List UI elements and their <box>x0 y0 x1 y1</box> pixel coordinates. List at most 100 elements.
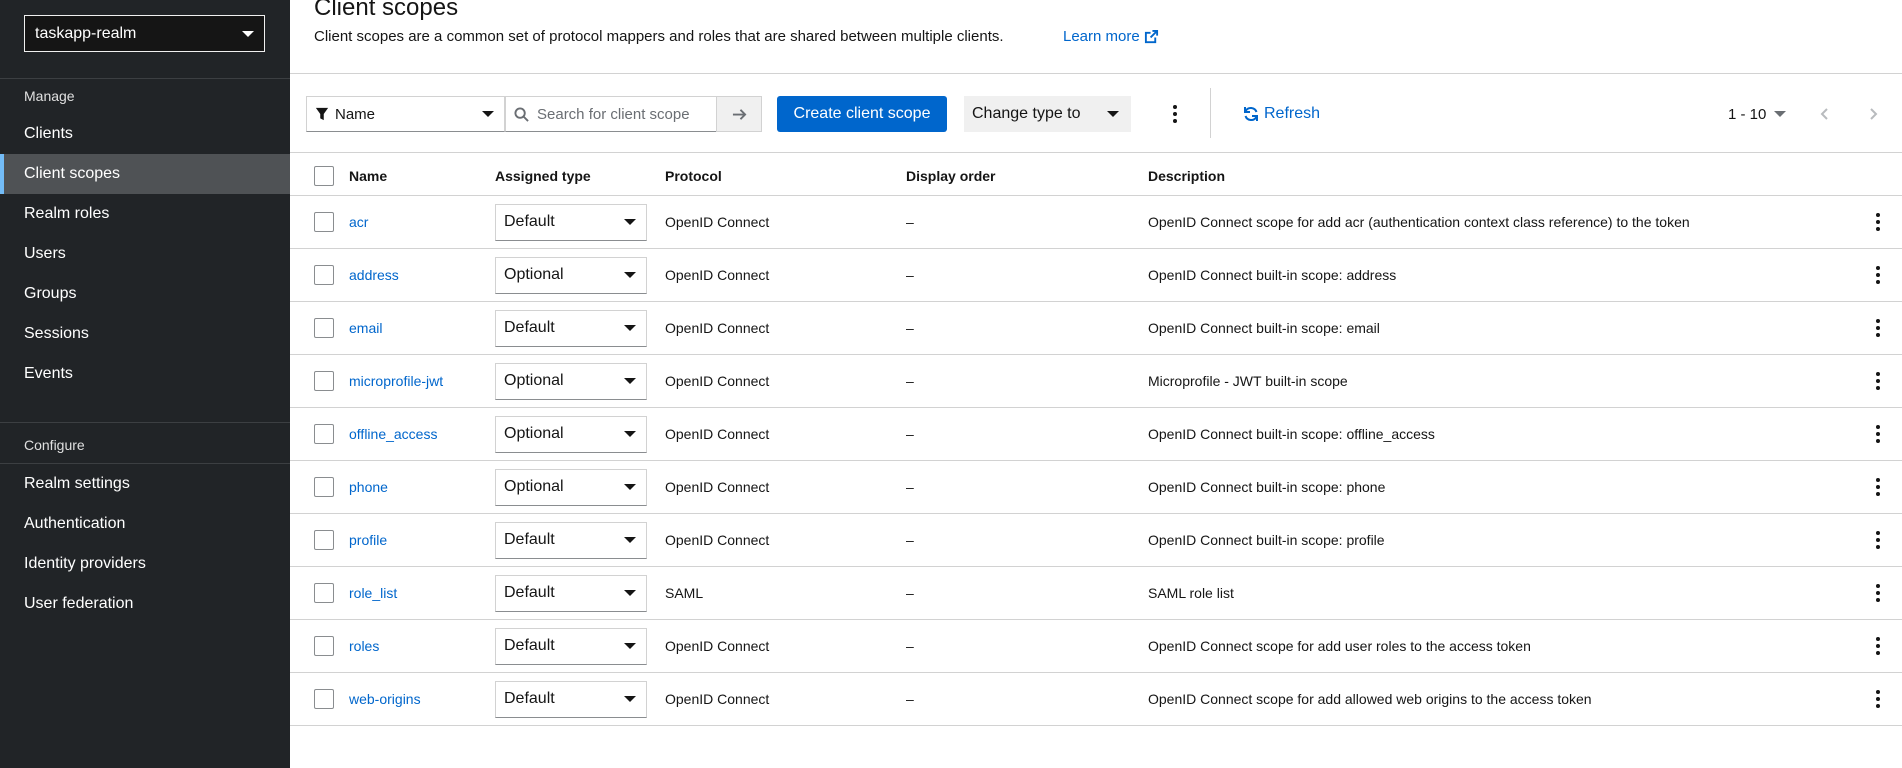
toolbar: Name Create client scope Change type to … <box>290 74 1902 152</box>
filter-attribute-select[interactable]: Name <box>306 96 505 132</box>
client-scope-name-link[interactable]: phone <box>349 479 388 495</box>
assigned-type-select[interactable]: Default <box>495 309 647 347</box>
change-type-dropdown[interactable]: Change type to <box>964 96 1131 132</box>
sidebar-item-label: Realm settings <box>24 475 130 492</box>
chevron-right-icon <box>1870 108 1878 120</box>
sidebar-item-label: Clients <box>24 125 73 142</box>
row-select-checkbox[interactable] <box>314 371 334 391</box>
previous-page-button[interactable] <box>1810 96 1840 132</box>
sidebar-item-sessions[interactable]: Sessions <box>0 314 290 354</box>
search-input[interactable] <box>537 105 707 123</box>
row-actions-kebab-icon[interactable] <box>1866 679 1890 719</box>
assigned-type-select[interactable]: Default <box>495 627 647 665</box>
client-scope-name-link[interactable]: acr <box>349 214 368 230</box>
row-actions-kebab-icon[interactable] <box>1866 626 1890 666</box>
display-order-value: – <box>906 532 914 548</box>
description-value: OpenID Connect scope for add allowed web… <box>1148 691 1592 707</box>
table-row: address Optional OpenID Connect – OpenID Con… <box>290 249 1902 302</box>
row-actions-kebab-icon[interactable] <box>1866 520 1890 560</box>
sidebar-item-client-scopes[interactable]: Client scopes <box>0 154 290 194</box>
row-select-checkbox[interactable] <box>314 265 334 285</box>
assigned-type-select[interactable]: Default <box>495 680 647 718</box>
sidebar-item-realm-roles[interactable]: Realm roles <box>0 194 290 234</box>
row-actions-kebab-icon[interactable] <box>1866 308 1890 348</box>
client-scope-name-link[interactable]: microprofile-jwt <box>349 373 443 389</box>
client-scope-name-link[interactable]: role_list <box>349 585 397 601</box>
row-select-checkbox[interactable] <box>314 636 334 656</box>
toolbar-kebab-icon[interactable] <box>1160 96 1190 132</box>
client-scope-name-link[interactable]: profile <box>349 532 387 548</box>
assigned-type-select[interactable]: Default <box>495 574 647 612</box>
sidebar-item-label: Users <box>24 245 66 262</box>
row-actions-kebab-icon[interactable] <box>1866 255 1890 295</box>
sidebar-item-users[interactable]: Users <box>0 234 290 274</box>
assigned-type-value: Default <box>504 584 555 601</box>
sidebar-item-clients[interactable]: Clients <box>0 114 290 154</box>
row-actions-kebab-icon[interactable] <box>1866 573 1890 613</box>
table-row: phone Optional OpenID Connect – OpenID Conne… <box>290 461 1902 514</box>
row-select-checkbox[interactable] <box>314 530 334 550</box>
display-order-value: – <box>906 585 914 601</box>
caret-down-icon <box>624 272 636 278</box>
search-icon <box>514 106 529 122</box>
row-select-checkbox[interactable] <box>314 424 334 444</box>
main-content: Client scopes Client scopes are a common… <box>290 0 1902 768</box>
row-actions-kebab-icon[interactable] <box>1866 361 1890 401</box>
assigned-type-select[interactable]: Optional <box>495 256 647 294</box>
refresh-button[interactable]: Refresh <box>1243 96 1320 132</box>
arrow-right-icon <box>732 108 746 120</box>
pagination-toggle[interactable]: 1 - 10 <box>1728 96 1787 132</box>
row-actions-kebab-icon[interactable] <box>1866 202 1890 242</box>
sidebar-item-groups[interactable]: Groups <box>0 274 290 314</box>
sidebar-item-realm-settings[interactable]: Realm settings <box>0 464 290 504</box>
learn-more-link[interactable]: Learn more <box>1063 28 1159 45</box>
client-scope-name-link[interactable]: offline_access <box>349 426 437 442</box>
filter-attribute-label: Name <box>335 105 376 123</box>
create-client-scope-button[interactable]: Create client scope <box>777 96 947 132</box>
client-scope-name-link[interactable]: roles <box>349 638 379 654</box>
caret-down-icon <box>624 325 636 331</box>
assigned-type-select[interactable]: Optional <box>495 468 647 506</box>
sidebar-item-label: Client scopes <box>24 165 121 182</box>
select-all-checkbox[interactable] <box>314 166 334 186</box>
assigned-type-select[interactable]: Optional <box>495 415 647 453</box>
row-select-checkbox[interactable] <box>314 477 334 497</box>
protocol-value: OpenID Connect <box>665 532 770 548</box>
row-actions-kebab-icon[interactable] <box>1866 414 1890 454</box>
description-value: OpenID Connect scope for add acr (authen… <box>1148 214 1690 230</box>
table-row: microprofile-jwt Optional OpenID Connect – M… <box>290 355 1902 408</box>
description-value: Microprofile - JWT built-in scope <box>1148 373 1348 389</box>
table-row: acr Default OpenID Connect – OpenID Connect … <box>290 196 1902 249</box>
next-page-button[interactable] <box>1858 96 1888 132</box>
description-value: OpenID Connect built-in scope: email <box>1148 320 1380 336</box>
caret-down-icon <box>624 431 636 437</box>
realm-name: taskapp-realm <box>35 24 137 42</box>
row-select-checkbox[interactable] <box>314 212 334 232</box>
assigned-type-select[interactable]: Default <box>495 203 647 241</box>
client-scope-name-link[interactable]: email <box>349 320 382 336</box>
sidebar-item-events[interactable]: Events <box>0 354 290 394</box>
row-actions-kebab-icon[interactable] <box>1866 467 1890 507</box>
caret-down-icon <box>624 484 636 490</box>
row-select-checkbox[interactable] <box>314 583 334 603</box>
assigned-type-select[interactable]: Default <box>495 521 647 559</box>
row-select-checkbox[interactable] <box>314 689 334 709</box>
sidebar-item-identity-providers[interactable]: Identity providers <box>0 544 290 584</box>
learn-more-label: Learn more <box>1063 28 1140 45</box>
table-header: Name Assigned type Protocol Display orde… <box>290 152 1902 196</box>
display-order-value: – <box>906 426 914 442</box>
sidebar-item-user-federation[interactable]: User federation <box>0 584 290 624</box>
caret-down-icon <box>482 111 494 117</box>
assigned-type-select[interactable]: Optional <box>495 362 647 400</box>
row-select-checkbox[interactable] <box>314 318 334 338</box>
pagination-range: 1 - 10 <box>1728 105 1767 123</box>
table-row: role_list Default SAML – SAML role list <box>290 567 1902 620</box>
sidebar-item-authentication[interactable]: Authentication <box>0 504 290 544</box>
sidebar-item-label: Groups <box>24 285 77 302</box>
table-row: email Default OpenID Connect – OpenID Connec… <box>290 302 1902 355</box>
client-scope-name-link[interactable]: web-origins <box>349 691 421 707</box>
page-title: Client scopes <box>314 0 459 21</box>
client-scope-name-link[interactable]: address <box>349 267 399 283</box>
search-submit-button[interactable] <box>716 96 762 132</box>
realm-selector[interactable]: taskapp-realm <box>24 15 265 52</box>
